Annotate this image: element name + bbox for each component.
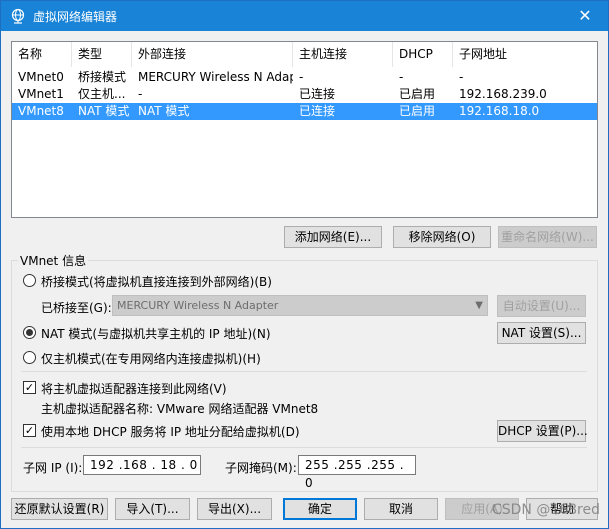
network-row-vmnet0[interactable]: VMnet0 桥接模式 MERCURY Wireless N Adapter -… xyxy=(12,69,597,86)
window-title: 虚拟网络编辑器 xyxy=(33,10,118,24)
network-list-header: 名称 类型 外部连接 主机连接 DHCP 子网地址 xyxy=(12,42,597,67)
column-header-subnet[interactable]: 子网地址 xyxy=(453,42,597,67)
host-only-mode-radio[interactable] xyxy=(23,351,36,364)
subnet-ip-label: 子网 IP (I): xyxy=(23,461,83,475)
nat-mode-radio[interactable] xyxy=(23,326,36,339)
cell-name: VMnet0 xyxy=(18,70,64,84)
subnet-mask-label: 子网掩码(M): xyxy=(225,461,297,475)
nat-settings-button[interactable]: NAT 设置(S)... xyxy=(497,322,586,344)
column-header-host[interactable]: 主机连接 xyxy=(293,42,393,67)
auto-settings-button[interactable]: 自动设置(U)... xyxy=(497,295,586,317)
restore-defaults-button[interactable]: 还原默认设置(R) xyxy=(11,498,108,520)
cell-external: NAT 模式 xyxy=(138,104,190,118)
cell-type: 仅主机... xyxy=(78,87,126,101)
cell-external: MERCURY Wireless N Adapter xyxy=(138,70,293,84)
network-row-vmnet8[interactable]: VMnet8 NAT 模式 NAT 模式 已连接 已启用 192.168.18.… xyxy=(12,103,597,120)
cell-name: VMnet8 xyxy=(18,104,64,118)
close-button[interactable]: ✕ xyxy=(562,1,608,31)
bridged-to-label: 已桥接至(G): xyxy=(41,301,112,315)
column-header-name[interactable]: 名称 xyxy=(12,42,72,67)
title-bar: 虚拟网络编辑器 ✕ xyxy=(1,1,608,31)
network-list[interactable]: 名称 类型 外部连接 主机连接 DHCP 子网地址 VMnet0 桥接模式 ME… xyxy=(11,41,598,218)
subnet-ip-input[interactable]: 192 .168 . 18 . 0 xyxy=(83,455,201,475)
connect-adapter-label[interactable]: 将主机虚拟适配器连接到此网络(V) xyxy=(41,380,227,397)
remove-network-button[interactable]: 移除网络(O) xyxy=(393,226,491,248)
cell-type: 桥接模式 xyxy=(78,70,127,84)
cell-external: - xyxy=(138,87,143,101)
rename-network-button[interactable]: 重命名网络(W)... xyxy=(498,226,597,248)
vmnet-info-title: VMnet 信息 xyxy=(18,252,89,269)
connect-adapter-checkbox[interactable]: ✓ xyxy=(23,381,36,394)
cell-host: - xyxy=(299,70,304,84)
cell-type: NAT 模式 xyxy=(78,104,130,118)
network-row-vmnet1[interactable]: VMnet1 仅主机... - 已连接 已启用 192.168.239.0 xyxy=(12,86,597,103)
close-icon: ✕ xyxy=(578,6,592,25)
column-header-external[interactable]: 外部连接 xyxy=(132,42,293,67)
cell-host: 已连接 xyxy=(299,87,336,101)
cell-dhcp: 已启用 xyxy=(399,87,436,101)
divider xyxy=(21,371,587,372)
cell-dhcp: - xyxy=(399,70,404,84)
chevron-down-icon: ▼ xyxy=(475,300,483,311)
add-network-button[interactable]: 添加网络(E)... xyxy=(284,226,382,248)
adapter-name-label: 主机虚拟适配器名称: VMware 网络适配器 VMnet8 xyxy=(41,402,319,416)
column-header-dhcp[interactable]: DHCP xyxy=(393,42,453,67)
bridged-to-value: MERCURY Wireless N Adapter xyxy=(117,299,279,312)
checkmark-icon: ✓ xyxy=(24,381,35,394)
cell-subnet: - xyxy=(459,70,464,84)
bridged-mode-label[interactable]: 桥接模式(将虚拟机直接连接到外部网络)(B) xyxy=(41,273,272,290)
virtual-network-editor-window: 虚拟网络编辑器 ✕ 名称 类型 外部连接 主机连接 DHCP 子网地址 VMne… xyxy=(0,0,609,529)
dhcp-settings-button[interactable]: DHCP 设置(P)... xyxy=(497,420,588,442)
use-dhcp-label[interactable]: 使用本地 DHCP 服务将 IP 地址分配给虚拟机(D) xyxy=(41,423,300,440)
cancel-button[interactable]: 取消 xyxy=(364,498,438,520)
host-only-mode-label[interactable]: 仅主机模式(在专用网络内连接虚拟机)(H) xyxy=(41,350,261,367)
cell-host: 已连接 xyxy=(299,104,336,118)
cell-subnet: 192.168.18.0 xyxy=(459,104,540,118)
divider xyxy=(21,447,587,448)
ok-button[interactable]: 确定 xyxy=(283,498,357,520)
subnet-mask-input[interactable]: 255 .255 .255 . 0 xyxy=(298,455,416,490)
column-header-type[interactable]: 类型 xyxy=(72,42,132,67)
use-dhcp-checkbox[interactable]: ✓ xyxy=(23,424,36,437)
cell-name: VMnet1 xyxy=(18,87,64,101)
network-globe-icon xyxy=(11,8,25,24)
radio-selected-dot xyxy=(26,329,33,336)
watermark: CSDN @168red xyxy=(491,502,600,518)
cell-dhcp: 已启用 xyxy=(399,104,436,118)
bridged-to-select[interactable]: MERCURY Wireless N Adapter ▼ xyxy=(112,295,488,316)
import-button[interactable]: 导入(T)... xyxy=(115,498,190,520)
export-button[interactable]: 导出(X)... xyxy=(197,498,272,520)
checkmark-icon: ✓ xyxy=(24,424,35,437)
cell-subnet: 192.168.239.0 xyxy=(459,87,547,101)
nat-mode-label[interactable]: NAT 模式(与虚拟机共享主机的 IP 地址)(N) xyxy=(41,325,271,342)
bridged-mode-radio[interactable] xyxy=(23,274,36,287)
